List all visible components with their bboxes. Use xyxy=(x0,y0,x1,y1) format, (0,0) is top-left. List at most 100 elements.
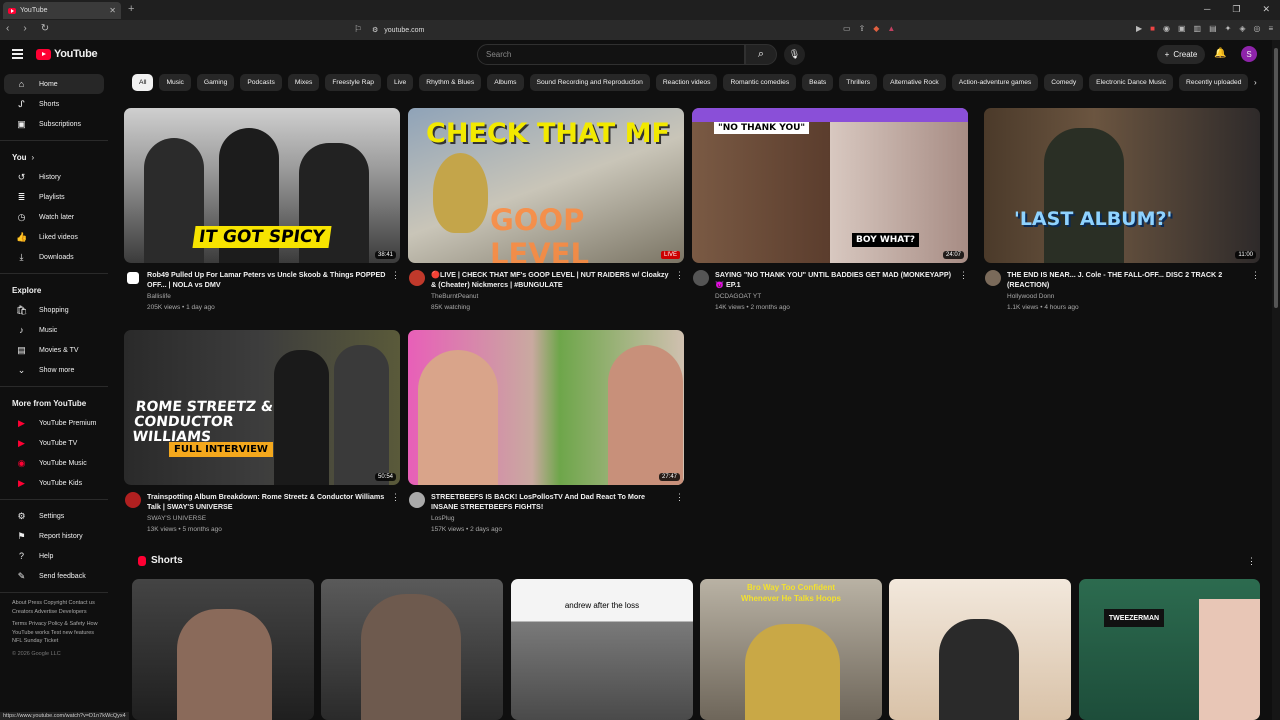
video-card[interactable]: "NO THANK YOU" BOY WHAT? 24:07 SAYING "N… xyxy=(692,108,968,311)
sidebar-item-shorts[interactable]: ᔑ Shorts xyxy=(4,94,104,114)
extension-icon[interactable]: ◆ xyxy=(873,24,879,33)
extension-icon[interactable]: ▣ xyxy=(1178,24,1186,33)
sidebar-item-watch-later[interactable]: ◷ Watch later xyxy=(4,207,104,227)
sidebar-item-report-history[interactable]: ⚑ Report history xyxy=(4,526,104,546)
close-tab-icon[interactable]: ✕ xyxy=(109,6,116,15)
chip-beats[interactable]: Beats xyxy=(802,74,834,91)
video-title[interactable]: STREETBEEFS IS BACK! LosPollosTV And Dad… xyxy=(431,492,671,512)
footer-links[interactable]: About Press Copyright Contact us Creator… xyxy=(0,599,100,616)
more-options-icon[interactable]: ⋮ xyxy=(675,270,684,281)
video-title[interactable]: 🔴LIVE | CHECK THAT MF's GOOP LEVEL | NUT… xyxy=(431,270,671,290)
chip-romantic-comedies[interactable]: Romantic comedies xyxy=(723,74,797,91)
more-options-icon[interactable]: ⋮ xyxy=(675,492,684,503)
extension-icon[interactable]: ◉ xyxy=(1163,24,1170,33)
sidebar-you-heading[interactable]: You › xyxy=(0,147,108,167)
sidebar-item-downloads[interactable]: ⤓ Downloads xyxy=(4,247,104,267)
channel-avatar[interactable] xyxy=(693,270,709,286)
sidebar-item-youtube-music[interactable]: ◉ YouTube Music xyxy=(4,453,104,473)
short-card[interactable] xyxy=(889,579,1071,720)
extension-icon[interactable]: ■ xyxy=(1150,24,1155,33)
channel-name[interactable]: DCDAGOAT YT xyxy=(715,293,761,300)
video-thumbnail[interactable]: 27:47 xyxy=(408,330,684,485)
video-thumbnail[interactable]: ROME STREETZ & CONDUCTOR WILLIAMS FULL I… xyxy=(124,330,400,485)
channel-name[interactable]: Ballislife xyxy=(147,293,171,300)
video-thumbnail[interactable]: CHECK THAT MF GOOP LEVEL LIVE xyxy=(408,108,684,263)
restore-icon[interactable]: ❐ xyxy=(1232,4,1240,15)
video-title[interactable]: SAYING "NO THANK YOU" UNTIL BADDIES GET … xyxy=(715,270,955,290)
video-card[interactable]: ROME STREETZ & CONDUCTOR WILLIAMS FULL I… xyxy=(124,330,400,533)
chip-rhythm-blues[interactable]: Rhythm & Blues xyxy=(419,74,482,91)
scrollbar[interactable] xyxy=(1272,40,1280,720)
sidebar-item-show-more[interactable]: ⌄ Show more xyxy=(4,360,104,380)
sidebar-item-premium[interactable]: ▶ YouTube Premium xyxy=(4,413,104,433)
channel-avatar[interactable] xyxy=(985,270,1001,286)
voice-search-button[interactable]: 🎙 xyxy=(784,44,805,65)
short-card[interactable] xyxy=(321,579,503,720)
video-card[interactable]: CHECK THAT MF GOOP LEVEL LIVE 🔴LIVE | CH… xyxy=(408,108,684,311)
more-options-icon[interactable]: ⋮ xyxy=(391,492,400,503)
short-card[interactable] xyxy=(132,579,314,720)
sidebar-item-send-feedback[interactable]: ✎ Send feedback xyxy=(4,566,104,586)
browser-tab[interactable]: YouTube ✕ xyxy=(3,2,121,19)
close-window-icon[interactable]: ✕ xyxy=(1262,4,1270,15)
chip-comedy[interactable]: Comedy xyxy=(1044,74,1084,91)
chip-freestyle-rap[interactable]: Freestyle Rap xyxy=(325,74,381,91)
sidebar-item-liked-videos[interactable]: 👍 Liked videos xyxy=(4,227,104,247)
site-info-icon[interactable]: ⚙ xyxy=(372,26,378,34)
chip-recently-uploaded[interactable]: Recently uploaded xyxy=(1179,74,1249,91)
sidebar-item-help[interactable]: ? Help xyxy=(4,546,104,566)
extension-icon[interactable]: ▲ xyxy=(887,24,895,33)
sidebar-item-playlists[interactable]: ≣ Playlists xyxy=(4,187,104,207)
more-options-icon[interactable]: ⋮ xyxy=(391,270,400,281)
video-thumbnail[interactable]: 'LAST ALBUM?' 11:00 xyxy=(984,108,1260,263)
hamburger-menu-icon[interactable] xyxy=(12,49,23,61)
channel-name[interactable]: Hollywood Donn xyxy=(1007,293,1054,300)
footer-links[interactable]: Terms Privacy Policy & Safety How YouTub… xyxy=(0,620,100,646)
search-button[interactable]: ⌕ xyxy=(745,44,777,65)
video-thumbnail[interactable]: "NO THANK YOU" BOY WHAT? 24:07 xyxy=(692,108,968,263)
chip-albums[interactable]: Albums xyxy=(487,74,524,91)
share-icon[interactable]: ⇪ xyxy=(859,24,866,33)
chip-alternative-rock[interactable]: Alternative Rock xyxy=(883,74,946,91)
cast-icon[interactable]: ▭ xyxy=(843,24,851,33)
chip-sound-recording-and-reproduction[interactable]: Sound Recording and Reproduction xyxy=(529,74,650,91)
puzzle-icon[interactable]: ✦ xyxy=(1225,24,1232,33)
channel-avatar[interactable] xyxy=(127,272,139,284)
search-input[interactable]: Search xyxy=(477,44,745,65)
short-card[interactable]: TWEEZERMAN xyxy=(1079,579,1260,720)
sidebar-item-settings[interactable]: ⚙ Settings xyxy=(4,506,104,526)
more-options-icon[interactable]: ⋮ xyxy=(1251,270,1260,281)
chip-thrillers[interactable]: Thrillers xyxy=(839,74,878,91)
sidebar-item-history[interactable]: ↺ History xyxy=(4,167,104,187)
menu-icon[interactable]: ≡ xyxy=(1269,24,1274,33)
video-card[interactable]: 'LAST ALBUM?' 11:00 THE END IS NEAR... J… xyxy=(984,108,1260,311)
forward-icon[interactable]: › xyxy=(23,23,26,34)
sidebar-item-youtube-tv[interactable]: ▶ YouTube TV xyxy=(4,433,104,453)
video-title[interactable]: Rob49 Pulled Up For Lamar Peters vs Uncl… xyxy=(147,270,387,290)
channel-name[interactable]: LosPlug xyxy=(431,515,455,522)
tab-icon[interactable]: ▤ xyxy=(1209,24,1217,33)
shield-icon[interactable]: ◎ xyxy=(1254,24,1261,33)
chip-live[interactable]: Live xyxy=(386,74,414,91)
scrollbar-thumb[interactable] xyxy=(1274,48,1278,308)
chevron-right-icon[interactable]: › xyxy=(1254,78,1257,87)
reload-icon[interactable]: ↻ xyxy=(41,23,49,34)
sidebar-item-youtube-kids[interactable]: ▶ YouTube Kids xyxy=(4,473,104,493)
chip-music[interactable]: Music xyxy=(159,74,191,91)
chip-action-adventure-games[interactable]: Action-adventure games xyxy=(951,74,1039,91)
bookmark-icon[interactable]: ⚐ xyxy=(354,24,362,35)
channel-name[interactable]: SWAY'S UNIVERSE xyxy=(147,515,206,522)
sidebar-item-movies[interactable]: ▤ Movies & TV xyxy=(4,340,104,360)
create-button[interactable]: + Create xyxy=(1157,45,1205,64)
sidebar-item-shopping[interactable]: 🛍 Shopping xyxy=(4,300,104,320)
minimize-icon[interactable]: ─ xyxy=(1204,4,1210,15)
short-card[interactable]: Bro Way Too Confident Whenever He Talks … xyxy=(700,579,882,720)
short-card[interactable]: andrew after the loss xyxy=(511,579,693,720)
chip-electronic-dance-music[interactable]: Electronic Dance Music xyxy=(1089,74,1174,91)
sidebar-item-home[interactable]: ⌂ Home xyxy=(4,74,104,94)
channel-name[interactable]: TheBurntPeanut xyxy=(431,293,478,300)
chip-reaction-videos[interactable]: Reaction videos xyxy=(655,74,718,91)
back-icon[interactable]: ‹ xyxy=(6,23,9,34)
extension-icon[interactable]: ▶ xyxy=(1136,24,1142,33)
chip-all[interactable]: All xyxy=(132,74,154,91)
